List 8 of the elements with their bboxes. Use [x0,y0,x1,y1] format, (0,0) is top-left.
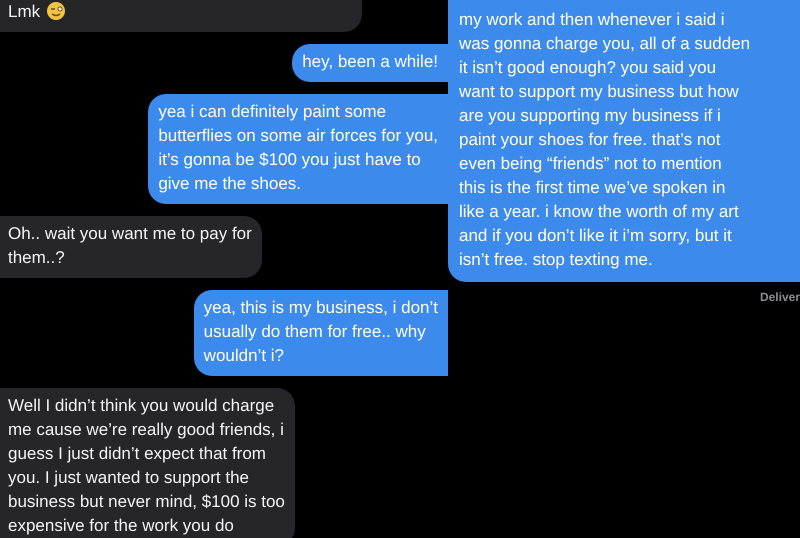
message-bubble: Lmk [0,0,362,32]
message-bubble: Oh.. wait you want me to pay for them..? [0,216,262,278]
message-bubble: yea i can definitely paint some butterflies on some air forces for you, it’s gonna be $100 you just have to give me the shoes. [148,94,448,204]
message-bubble: Well I didn’t think you would charge me cause we’re really good friends, i guess I just didn’t expect that from you. I just wanted to support the business but never mind, $100 is too expensive for the work you do [0,388,295,538]
message-bubble: my work and then whenever i said i was gonna charge you, all of a sudden it isn’t good enough? you said you want to support my business but how are you supporting my business if i paint your shoes for free. that’s not even being “friends” not to mention this is the first time we’ve spoken in like a year. i know the worth of my art and if you don’t like it i’m sorry, but it isn’t free. stop texting me. [448,0,800,282]
message-bubble: hey, been a while! [292,44,448,82]
message-bubble: yea, this is my business, i don’t usually do them for free.. why wouldn’t i? [194,290,448,376]
delivered-status: Deliver [758,289,800,306]
